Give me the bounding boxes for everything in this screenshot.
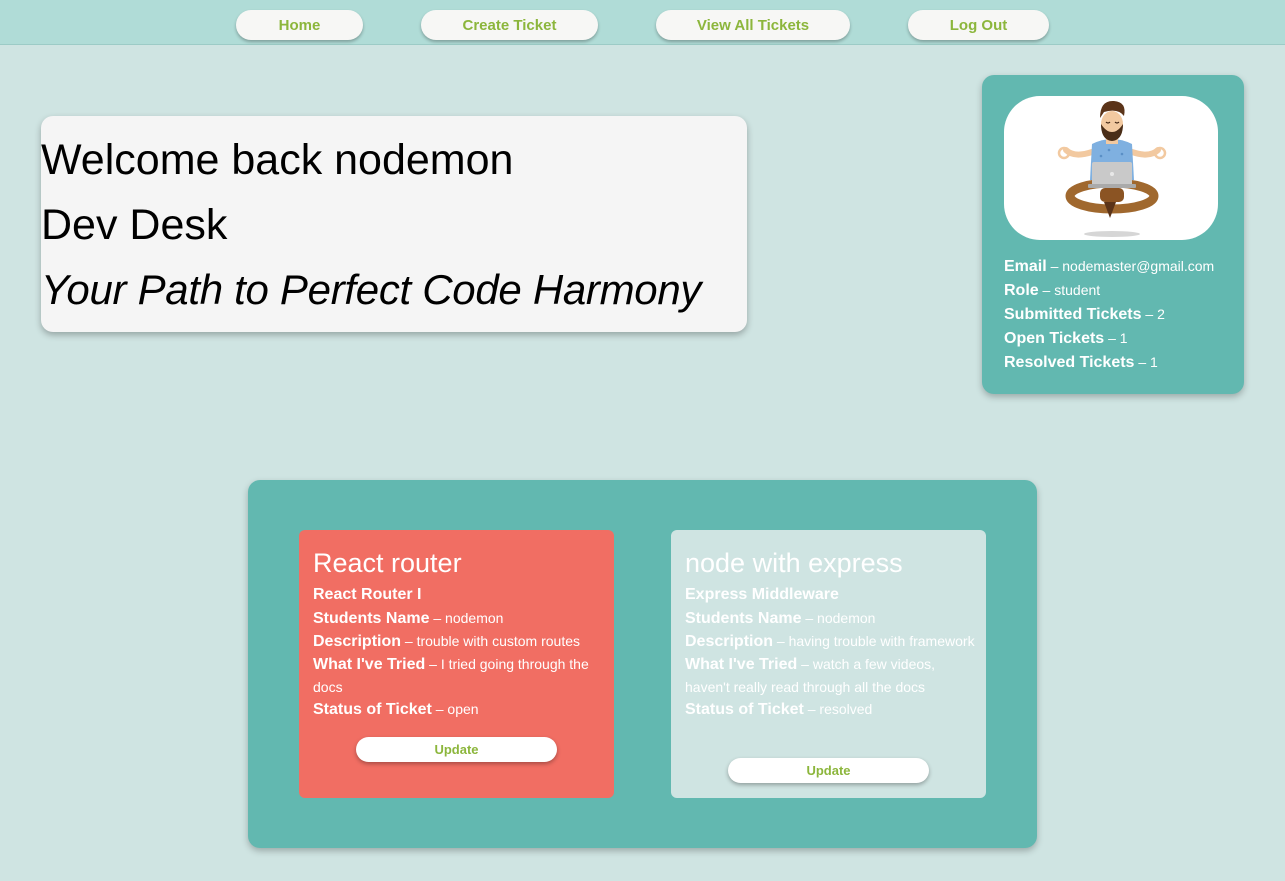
- nav-create-ticket-button[interactable]: Create Ticket: [421, 10, 598, 40]
- ticket-student-value: nodemon: [817, 610, 876, 626]
- ticket-description-row: Description – trouble with custom routes: [313, 633, 580, 650]
- profile-role-separator: –: [1038, 282, 1055, 298]
- profile-email-separator: –: [1046, 258, 1063, 274]
- ticket-title: node with express: [685, 548, 903, 578]
- profile-submitted-separator: –: [1141, 306, 1158, 322]
- profile-role-label: Role: [1004, 282, 1039, 299]
- ticket-tried-label: What I've Tried: [313, 656, 426, 673]
- ticket-student-row: Students Name – nodemon: [313, 610, 504, 627]
- ticket-student-label: Students Name: [313, 610, 430, 627]
- profile-email-value: nodemaster@gmail.com: [1062, 258, 1215, 274]
- profile-submitted-label: Submitted Tickets: [1004, 306, 1142, 323]
- top-navbar: Home Create Ticket View All Tickets Log …: [0, 0, 1285, 45]
- ticket-details: Express Middleware Students Name – nodem…: [685, 583, 975, 721]
- avatar: [1004, 96, 1218, 240]
- profile-email: Email – nodemaster@gmail.com: [1004, 255, 1244, 279]
- profile-open-tickets: Open Tickets – 1: [1004, 327, 1244, 351]
- nav-log-out-button[interactable]: Log Out: [908, 10, 1049, 40]
- ticket-student-value: nodemon: [445, 610, 504, 626]
- ticket-status-value: open: [447, 701, 479, 717]
- profile-resolved-label: Resolved Tickets: [1004, 354, 1135, 371]
- ticket-description-value: having trouble with framework: [788, 633, 975, 649]
- profile-role: Role – student: [1004, 279, 1244, 303]
- ticket-update-button[interactable]: Update: [728, 758, 929, 783]
- tickets-panel: React router React Router I Students Nam…: [248, 480, 1037, 848]
- ticket-title: React router: [313, 548, 462, 578]
- profile-email-label: Email: [1004, 258, 1047, 275]
- ticket-status-value: resolved: [819, 701, 873, 717]
- ticket-category: Express Middleware: [685, 586, 839, 603]
- profile-submitted-value: 2: [1157, 306, 1165, 322]
- ticket-update-button[interactable]: Update: [356, 737, 557, 762]
- ticket-description-label: Description: [313, 633, 402, 650]
- ticket-category: React Router I: [313, 586, 422, 603]
- ticket-student-label: Students Name: [685, 610, 802, 627]
- profile-details: Email – nodemaster@gmail.com Role – stud…: [1004, 255, 1244, 375]
- profile-resolved-value: 1: [1150, 354, 1158, 370]
- nav-view-all-tickets-button[interactable]: View All Tickets: [656, 10, 850, 40]
- ticket-card-open: React router React Router I Students Nam…: [299, 530, 614, 798]
- nav-home-button[interactable]: Home: [236, 10, 363, 40]
- ticket-status-label: Status of Ticket: [685, 701, 804, 718]
- profile-resolved-tickets: Resolved Tickets – 1: [1004, 351, 1244, 375]
- ticket-tried-label: What I've Tried: [685, 656, 798, 673]
- meditating-developer-icon: [1057, 100, 1167, 237]
- ticket-details: React Router I Students Name – nodemon D…: [313, 583, 603, 721]
- ticket-status-row: Status of Ticket – open: [313, 701, 479, 718]
- ticket-student-row: Students Name – nodemon: [685, 610, 876, 627]
- profile-resolved-separator: –: [1134, 354, 1151, 370]
- ticket-card-resolved: node with express Express Middleware Stu…: [671, 530, 986, 798]
- profile-open-label: Open Tickets: [1004, 330, 1105, 347]
- ticket-description-label: Description: [685, 633, 774, 650]
- ticket-description-row: Description – having trouble with framew…: [685, 633, 975, 650]
- ticket-tried-row: What I've Tried – I tried going through …: [313, 656, 589, 695]
- profile-open-separator: –: [1104, 330, 1120, 346]
- ticket-status-row: Status of Ticket – resolved: [685, 701, 873, 718]
- app-tagline: Your Path to Perfect Code Harmony: [41, 266, 702, 313]
- profile-open-value: 1: [1119, 330, 1128, 346]
- welcome-heading: Welcome back nodemon: [41, 136, 514, 184]
- profile-card: Email – nodemaster@gmail.com Role – stud…: [982, 75, 1244, 394]
- ticket-status-label: Status of Ticket: [313, 701, 432, 718]
- ticket-description-value: trouble with custom routes: [416, 633, 580, 649]
- profile-submitted-tickets: Submitted Tickets – 2: [1004, 303, 1244, 327]
- app-brand-title: Dev Desk: [41, 201, 228, 249]
- profile-role-value: student: [1054, 282, 1101, 298]
- ticket-tried-row: What I've Tried – watch a few videos, ha…: [685, 656, 936, 695]
